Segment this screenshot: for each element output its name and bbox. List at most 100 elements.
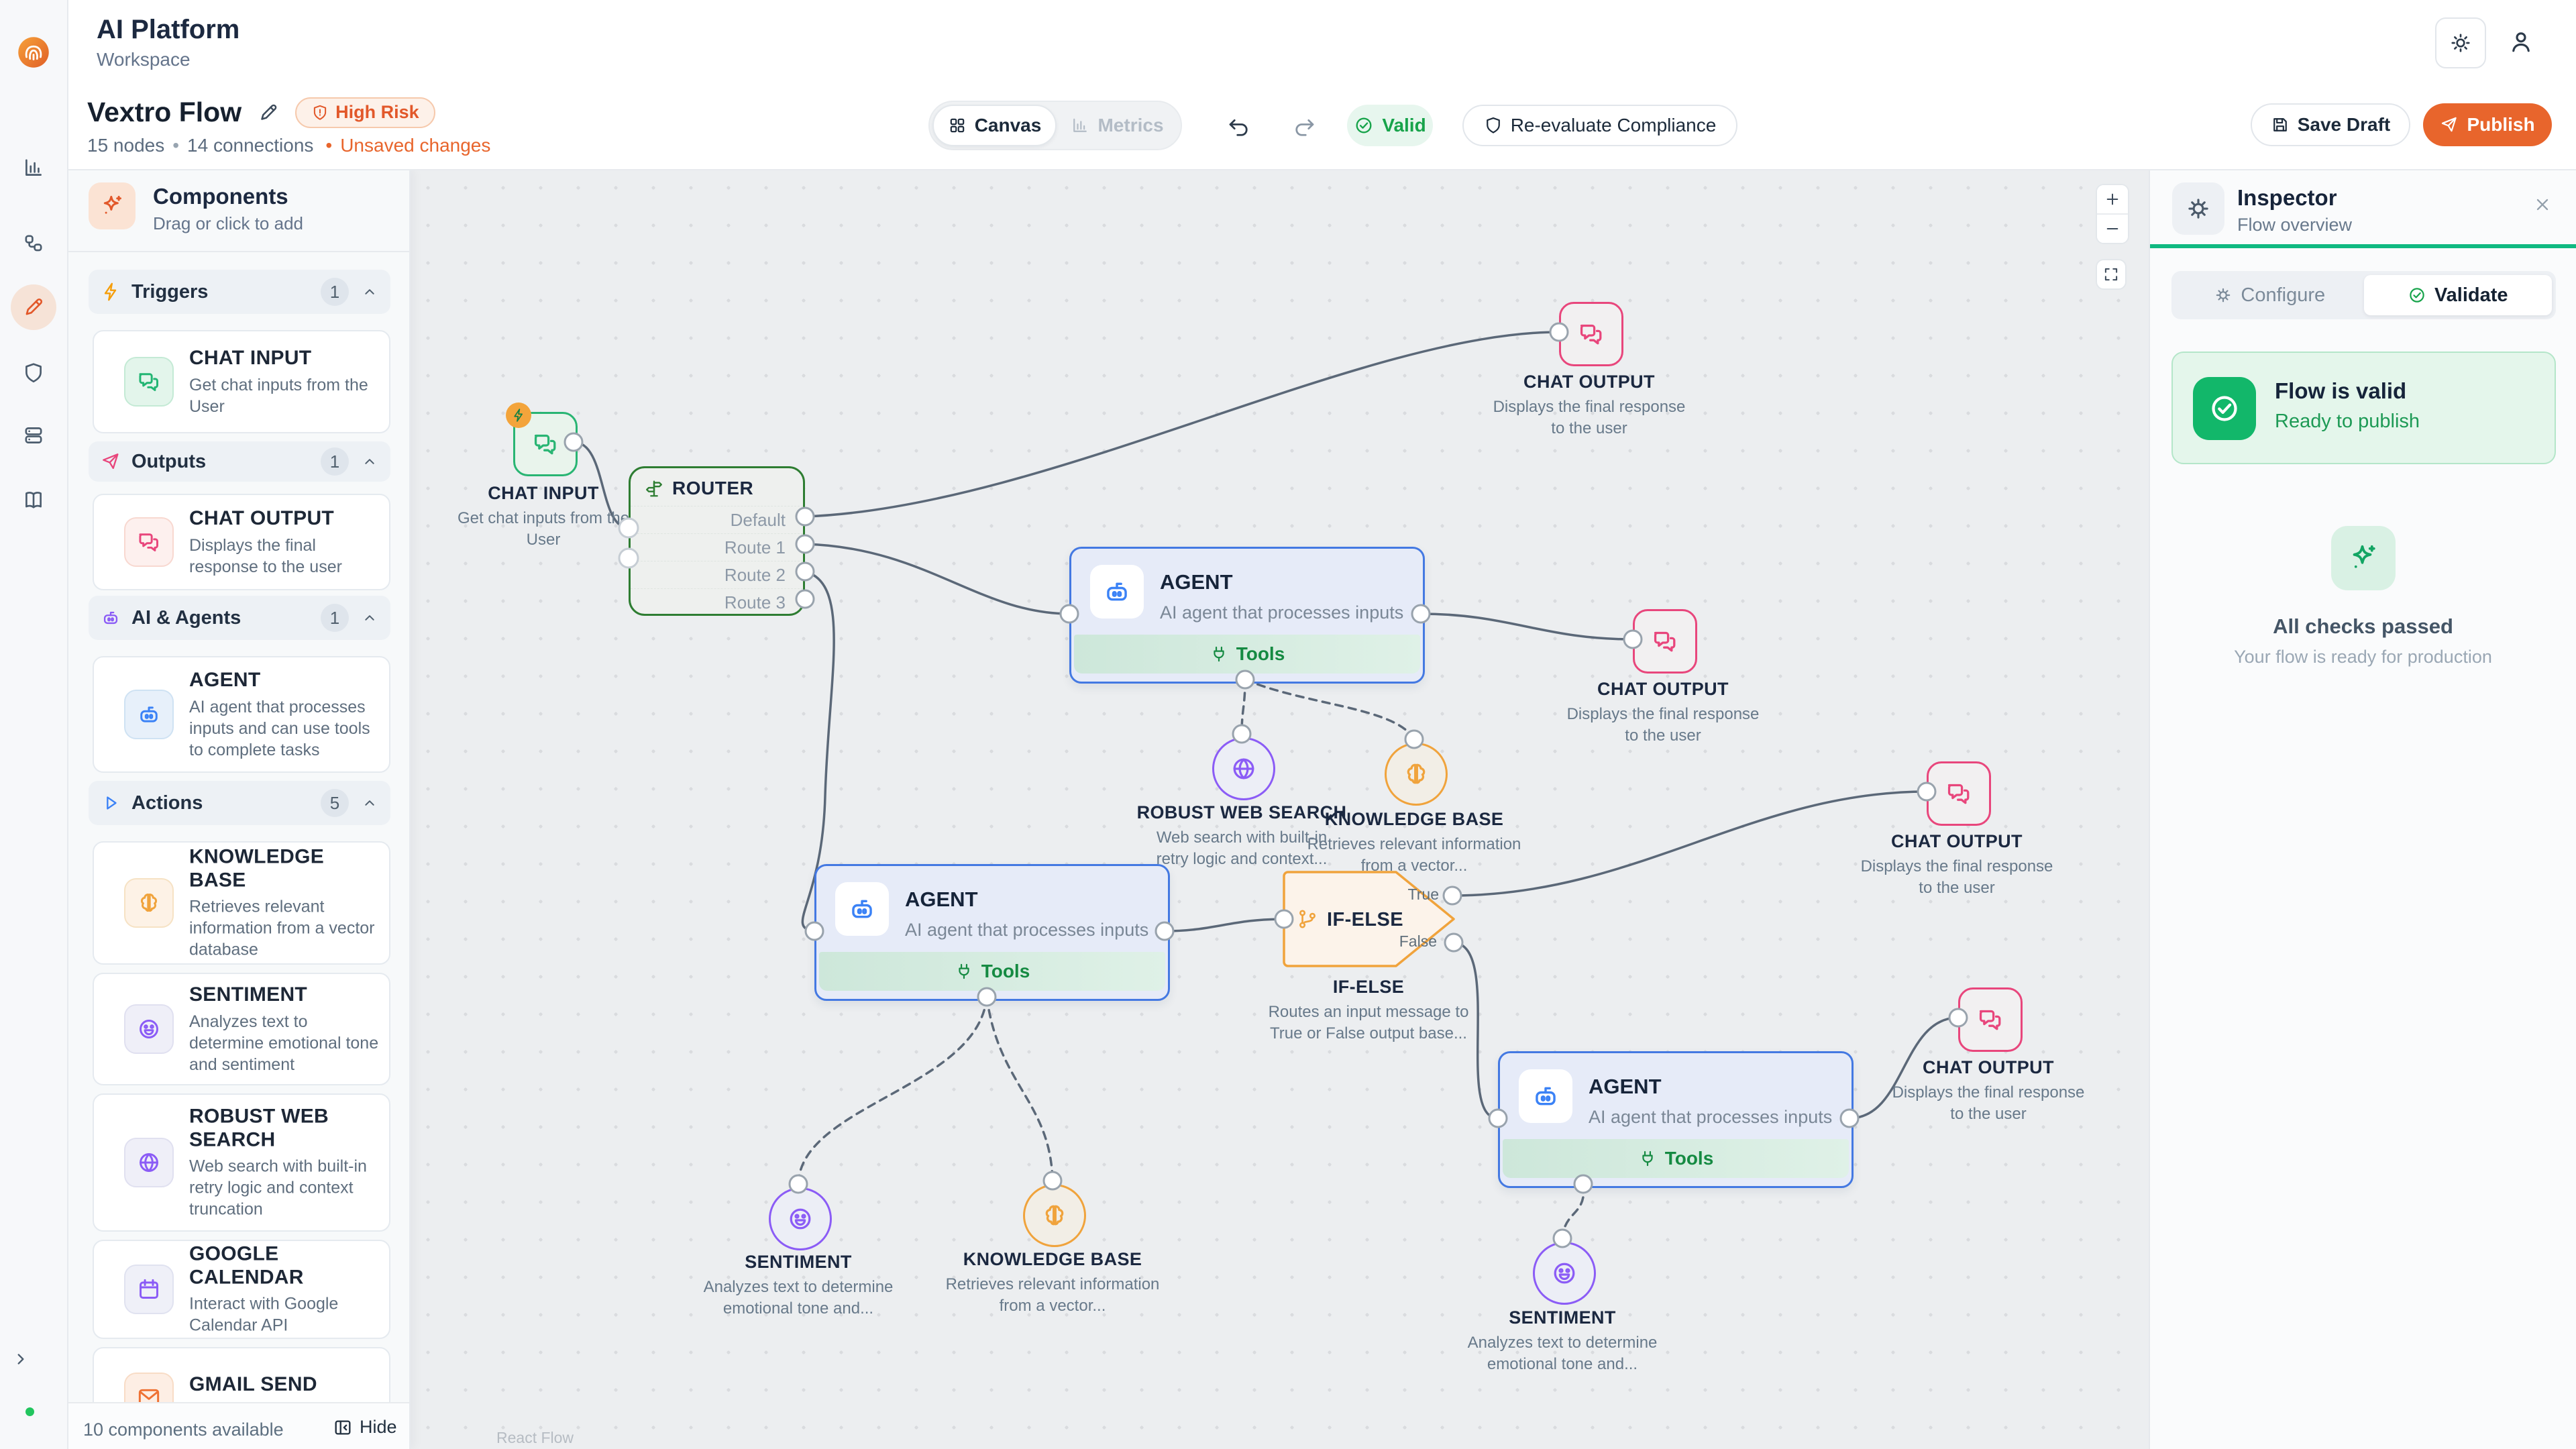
node-chat-output-2[interactable]: [1633, 609, 1697, 674]
inspector-accent-bar: [2150, 244, 2576, 248]
zoom-controls: [2096, 184, 2129, 244]
component-card-sentiment[interactable]: SENTIMENT Analyzes text to determine emo…: [93, 973, 390, 1085]
workflow-icon[interactable]: [22, 232, 45, 255]
brain-icon: [1040, 1201, 1069, 1230]
smiley-icon: [786, 1205, 814, 1233]
paper-plane-icon: [2440, 115, 2459, 134]
components-footer: 10 components available Hide: [67, 1402, 409, 1449]
component-card-google-calendar[interactable]: GOOGLE CALENDAR Interact with Google Cal…: [93, 1240, 390, 1339]
chat-icon: [1651, 627, 1679, 655]
node-knowledge-base-2[interactable]: [1023, 1184, 1086, 1247]
lightning-icon: [101, 282, 121, 302]
shield-icon[interactable]: [22, 362, 45, 384]
node-chat-output-1[interactable]: [1559, 302, 1623, 366]
section-actions[interactable]: Actions 5: [89, 781, 390, 825]
unsaved-changes: Unsaved changes: [340, 135, 490, 156]
component-card-agent[interactable]: AGENT AI agent that processes inputs and…: [93, 656, 390, 773]
smiley-icon: [124, 1004, 174, 1054]
chevron-up-icon[interactable]: [361, 283, 378, 301]
node-robust-web-search[interactable]: [1212, 737, 1275, 800]
robot-icon: [124, 690, 174, 739]
app-subtitle: Workspace: [97, 49, 239, 70]
status-dot: [25, 1407, 34, 1416]
close-icon[interactable]: [2532, 195, 2553, 215]
node-sentiment-2[interactable]: [1533, 1242, 1596, 1305]
node-agent-2[interactable]: AGENT AI agent that processes inputs and…: [814, 864, 1170, 1001]
inspector-title: Inspector: [2237, 185, 2352, 211]
tab-validate[interactable]: Validate: [2364, 275, 2553, 315]
shield-alert-icon: [311, 104, 329, 121]
brain-icon: [1402, 760, 1430, 788]
inspector-gear-icon: [2172, 182, 2224, 235]
lightning-icon: [511, 408, 526, 423]
save-draft-button[interactable]: Save Draft: [2251, 103, 2410, 146]
view-toggle: Canvas Metrics: [928, 101, 1182, 150]
plug-icon: [1638, 1149, 1657, 1168]
metrics-chart-icon: [1071, 116, 1089, 135]
section-outputs[interactable]: Outputs 1: [89, 441, 390, 482]
grid-icon: [948, 116, 967, 135]
chevron-up-icon[interactable]: [361, 609, 378, 627]
calendar-icon: [124, 1265, 174, 1314]
undo-icon[interactable]: [1227, 115, 1251, 140]
flow-canvas[interactable]: CHAT INPUT Get chat inputs from the User…: [409, 169, 2149, 1449]
theme-toggle-button[interactable]: [2435, 17, 2486, 68]
agent-tools-strip[interactable]: Tools: [1074, 635, 1420, 674]
chevron-up-icon[interactable]: [361, 794, 378, 812]
agent-tools-strip[interactable]: Tools: [819, 952, 1165, 991]
docs-book-icon[interactable]: [22, 488, 45, 511]
check-circle-icon: [2408, 286, 2426, 305]
router-output-route1: Route 1: [631, 533, 803, 561]
hide-panel-button[interactable]: Hide: [333, 1417, 397, 1438]
node-sentiment-1[interactable]: [769, 1187, 832, 1250]
chat-icon: [124, 357, 174, 407]
section-ai-agents[interactable]: AI & Agents 1: [89, 596, 390, 640]
component-card-robust-web-search[interactable]: ROBUST WEB SEARCH Web search with built-…: [93, 1093, 390, 1232]
node-agent-1[interactable]: AGENT AI agent that processes inputs and…: [1069, 547, 1425, 684]
node-chat-output-4[interactable]: [1958, 987, 2023, 1052]
chevron-up-icon[interactable]: [361, 453, 378, 470]
node-agent-3[interactable]: AGENT AI agent that processes inputs and…: [1498, 1051, 1854, 1188]
valid-card-subtitle: Ready to publish: [2275, 411, 2420, 433]
edit-pencil-icon[interactable]: [258, 102, 279, 123]
robot-icon: [1519, 1069, 1572, 1123]
nodes-count: 15 nodes: [87, 135, 164, 156]
fullscreen-button[interactable]: [2096, 259, 2127, 290]
tab-configure[interactable]: Configure: [2176, 275, 2364, 315]
brain-icon: [124, 878, 174, 928]
server-icon[interactable]: [22, 424, 45, 447]
node-router[interactable]: ROUTER Default Route 1 Route 2 Route 3: [629, 466, 805, 616]
plug-icon: [955, 962, 973, 981]
agent-tools-strip[interactable]: Tools: [1503, 1139, 1849, 1178]
redo-icon[interactable]: [1292, 115, 1316, 140]
component-card-chat-input[interactable]: CHAT INPUT Get chat inputs from the User: [93, 330, 390, 433]
node-knowledge-base-1[interactable]: [1385, 743, 1448, 806]
component-card-chat-output[interactable]: CHAT OUTPUT Displays the final response …: [93, 494, 390, 590]
node-chat-output-3[interactable]: [1927, 761, 1991, 826]
tab-canvas[interactable]: Canvas: [932, 105, 1057, 146]
inspector-tabs: Configure Validate: [2171, 271, 2556, 319]
robot-icon: [101, 608, 121, 628]
editor-pencil-icon[interactable]: [22, 296, 45, 319]
check-circle-icon: [1354, 115, 1374, 136]
components-title: Components: [153, 184, 303, 209]
components-panel: Components Drag or click to add Triggers…: [67, 169, 411, 1449]
reevaluate-compliance-button[interactable]: Re-evaluate Compliance: [1462, 105, 1737, 146]
all-checks-subtitle: Your flow is ready for production: [2150, 647, 2576, 667]
floppy-icon: [2271, 115, 2290, 134]
node-desc: Get chat inputs from the User: [453, 508, 634, 550]
tab-metrics[interactable]: Metrics: [1057, 105, 1178, 146]
valid-card-title: Flow is valid: [2275, 378, 2420, 404]
user-icon[interactable]: [2508, 28, 2534, 55]
sun-icon: [2449, 32, 2472, 54]
connections-count: 14 connections: [187, 135, 313, 156]
analytics-icon[interactable]: [22, 156, 45, 179]
app-logo[interactable]: [15, 34, 52, 71]
section-triggers[interactable]: Triggers 1: [89, 270, 390, 314]
zoom-in-button[interactable]: [2097, 185, 2128, 213]
rail-expand-chevron-icon[interactable]: [11, 1349, 31, 1369]
publish-button[interactable]: Publish: [2423, 103, 2552, 146]
zoom-out-button[interactable]: [2097, 215, 2128, 243]
globe-icon: [1230, 755, 1258, 783]
component-card-knowledge-base[interactable]: KNOWLEDGE BASE Retrieves relevant inform…: [93, 841, 390, 965]
